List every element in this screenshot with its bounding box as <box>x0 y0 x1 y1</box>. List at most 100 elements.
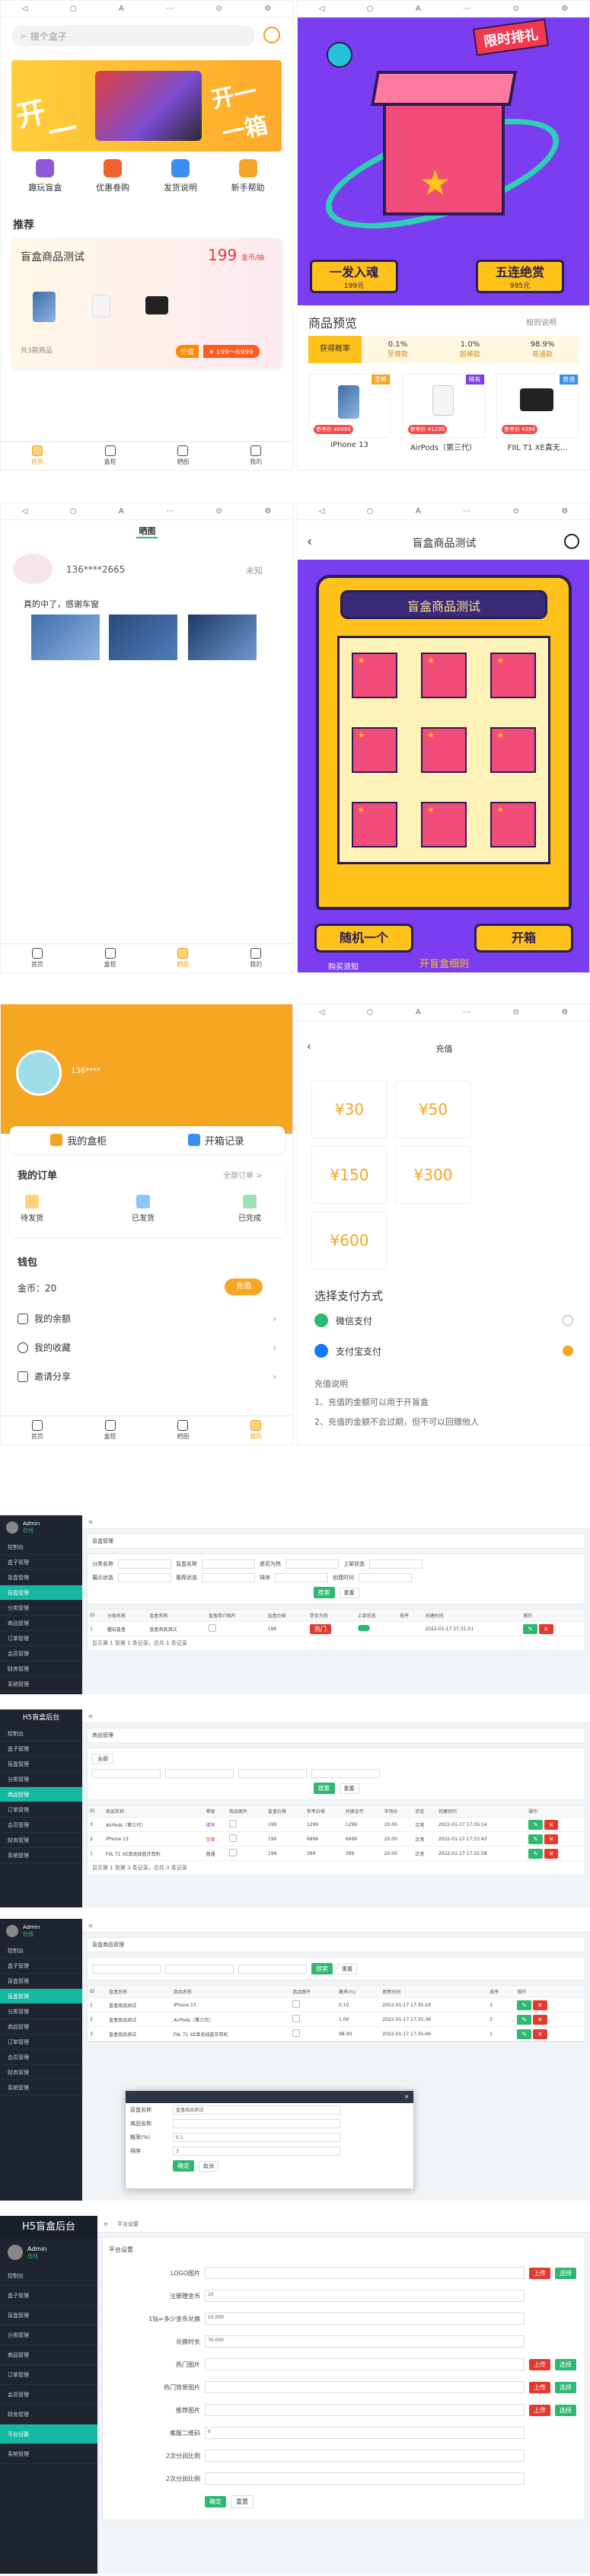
avatar[interactable] <box>16 1050 62 1096</box>
headset-icon[interactable] <box>263 27 280 43</box>
sidebar-item[interactable]: 控制台 <box>0 1943 82 1958</box>
reset-button[interactable]: 重置 <box>339 1587 359 1598</box>
menu-icon[interactable]: ≡ <box>88 1713 93 1719</box>
amount-option[interactable]: ¥50 <box>395 1081 471 1138</box>
sidebar-item[interactable]: 分类管理 <box>0 2004 82 2019</box>
delete-button[interactable]: ✕ <box>544 1819 559 1830</box>
sidebar-item[interactable]: 会员管理 <box>0 1646 82 1661</box>
settings-input[interactable]: 10.000 <box>205 2313 525 2325</box>
tab-all[interactable]: 全部 <box>92 1754 113 1764</box>
sidebar-item-active[interactable]: 盲盒管理 <box>0 1585 82 1601</box>
sidebar-item[interactable]: 系统管理 <box>0 1848 82 1863</box>
filter-input[interactable] <box>165 1769 234 1778</box>
sidebar-item[interactable]: 控制台 <box>0 1726 82 1741</box>
gift-box[interactable] <box>351 727 397 773</box>
tab-show[interactable]: 晒图 <box>177 948 189 969</box>
sidebar-item[interactable]: 商品管理 <box>0 1616 82 1631</box>
delete-button[interactable]: ✕ <box>533 2029 547 2039</box>
tab-home[interactable]: 首页 <box>31 445 43 466</box>
open-button[interactable]: 开箱 <box>474 924 573 953</box>
upload-button[interactable]: 上传 <box>529 2358 550 2370</box>
sidebar-item[interactable]: 盲盒管理 <box>0 1757 82 1772</box>
filter-input[interactable] <box>238 1769 307 1778</box>
delete-button[interactable]: ✕ <box>544 1834 559 1844</box>
filter-input[interactable] <box>369 1559 423 1569</box>
sidebar-item[interactable]: 分类管理 <box>0 2325 97 2345</box>
post-image[interactable] <box>31 614 100 660</box>
sidebar-item[interactable]: 控制台 <box>0 2266 97 2286</box>
order-state[interactable]: 待发货 <box>21 1195 43 1223</box>
choose-button[interactable]: 选择 <box>555 2267 576 2279</box>
sidebar-item[interactable]: 盒子管理 <box>0 1958 82 1974</box>
sidebar-item[interactable]: 商品管理 <box>0 2345 97 2365</box>
edit-button[interactable]: ✎ <box>528 1848 543 1859</box>
sidebar-item[interactable]: 会员管理 <box>0 2050 82 2065</box>
search-bar[interactable]: ⌕ 搜个盒子 <box>11 25 255 46</box>
radio-checked[interactable] <box>563 1345 573 1356</box>
sidebar-item[interactable]: 财务管理 <box>0 1833 82 1848</box>
open-record-button[interactable]: 开箱记录 <box>148 1126 285 1154</box>
sidebar-item[interactable]: 控制台 <box>0 1540 82 1555</box>
sidebar-item[interactable]: 商品管理 <box>0 2019 82 2035</box>
amount-option[interactable]: ¥30 <box>311 1081 387 1138</box>
single-draw-button[interactable]: 一发入魂 199元 <box>310 260 398 293</box>
gift-box[interactable] <box>420 802 467 847</box>
my-cabinet-button[interactable]: 我的盒柜 <box>10 1126 148 1154</box>
recharge-button[interactable]: 充值 <box>225 1278 263 1295</box>
sidebar-item[interactable]: 盲盒管理 <box>0 1974 82 1989</box>
tab-show[interactable]: 晒图 <box>177 445 189 466</box>
delete-button[interactable]: ✕ <box>538 1623 553 1634</box>
sidebar-item-active[interactable]: 商品管理 <box>0 1787 82 1802</box>
choose-button[interactable]: 选择 <box>555 2358 576 2370</box>
filter-input[interactable] <box>238 1964 307 1974</box>
upload-button[interactable]: 上传 <box>529 2404 550 2416</box>
sidebar-item[interactable]: 会员管理 <box>0 2385 97 2405</box>
tab-cabinet[interactable]: 盒柜 <box>104 1420 116 1441</box>
sidebar-item[interactable]: 财务管理 <box>0 2065 82 2080</box>
delete-button[interactable]: ✕ <box>533 2000 547 2010</box>
amount-option[interactable]: ¥300 <box>395 1146 471 1204</box>
tab-cabinet[interactable]: 盒柜 <box>104 445 116 466</box>
table-row[interactable]: 1 趣玩盲盒 盲盒商品测试 199 热门 2022-01-17 17:31:51 ✎ ✕ <box>88 1621 585 1636</box>
table-row[interactable]: 2 iPhone 13 至尊 199 6999 6999 20.00 正常 2022-01-17… <box>88 1831 585 1847</box>
tab-home[interactable]: 首页 <box>31 948 43 969</box>
random-button[interactable]: 随机一个 <box>314 924 413 953</box>
settings-input[interactable]: 0 <box>205 2427 525 2439</box>
radio-unchecked[interactable] <box>563 1315 573 1326</box>
upload-button[interactable]: 上传 <box>529 2381 550 2393</box>
order-state[interactable]: 已发货 <box>132 1195 155 1223</box>
menu-icon[interactable]: ≡ <box>88 1519 93 1525</box>
choose-button[interactable]: 选择 <box>555 2381 576 2393</box>
filter-input[interactable] <box>275 1573 328 1582</box>
edit-button[interactable]: ✎ <box>517 2029 532 2039</box>
choose-button[interactable]: 选择 <box>555 2404 576 2416</box>
pay-wechat[interactable]: 微信支付 <box>314 1314 573 1327</box>
settings-input[interactable] <box>205 2450 525 2462</box>
sidebar-item[interactable]: 盒子管理 <box>0 2286 97 2306</box>
tab-show[interactable]: 晒图 <box>177 1420 189 1441</box>
gift-box[interactable] <box>351 802 397 847</box>
edit-button[interactable]: ✎ <box>528 1834 543 1844</box>
sidebar-item[interactable]: 分类管理 <box>0 1772 82 1787</box>
table-row[interactable]: 1 FIIL T1 XE真无线蓝牙耳机 普通 199 399 399 20.00 正常 2022… <box>88 1846 585 1861</box>
close-icon[interactable]: ✕ <box>404 2094 409 2100</box>
avatar[interactable] <box>13 554 53 584</box>
table-row[interactable]: 1 盲盒商品测试 iPhone 13 0.10 2022-01-17 17:35:29 3… <box>88 1997 585 2013</box>
amount-option[interactable]: ¥150 <box>311 1146 387 1204</box>
modal-input[interactable]: 0.1 <box>173 2133 340 2142</box>
tab-home[interactable]: 首页 <box>31 1420 43 1441</box>
reset-button[interactable]: 重置 <box>339 1783 359 1794</box>
sidebar-item[interactable]: 盲盒管理 <box>0 2306 97 2325</box>
sidebar-item[interactable]: 订单管理 <box>0 2365 97 2385</box>
delete-button[interactable]: ✕ <box>544 1848 559 1859</box>
upload-button[interactable]: 上传 <box>529 2267 550 2279</box>
sidebar-item[interactable]: 系统管理 <box>0 2444 97 2464</box>
preview-item[interactable]: 稀有 参考价 ¥1299 AirPods（第三代） <box>402 374 485 452</box>
edit-button[interactable]: ✎ <box>523 1623 537 1634</box>
gift-box[interactable] <box>420 727 467 773</box>
tab-mine[interactable]: 我的 <box>250 1420 262 1441</box>
home-banner[interactable]: 开 一 开一 一箱 <box>11 60 282 152</box>
settings-input[interactable] <box>205 2267 525 2279</box>
tab-mine[interactable]: 我的 <box>250 445 262 466</box>
menu-item[interactable]: 发货说明 <box>164 159 197 193</box>
